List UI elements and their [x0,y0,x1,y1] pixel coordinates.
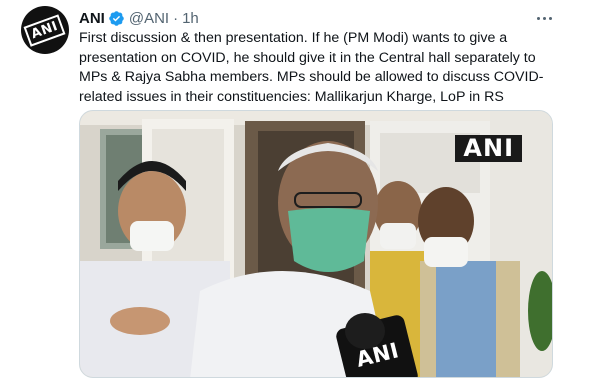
author-name[interactable]: ANI [79,10,105,27]
more-dot [542,16,546,20]
tweet-media-photo[interactable]: ANI ANI [79,110,553,378]
header-separator: · [173,9,179,27]
more-dot [536,16,540,20]
tweet-timestamp[interactable]: 1h [182,10,199,27]
avatar-logo-text: ANI [23,13,67,47]
more-dot [548,16,552,20]
ani-watermark: ANI [455,135,522,162]
more-options-icon[interactable] [534,8,554,28]
author-handle[interactable]: @ANI [129,10,169,27]
tweet-card[interactable]: ANI ANI @ANI · 1h First discussion & the… [0,0,600,382]
avatar[interactable]: ANI [21,6,69,54]
tweet-header: ANI @ANI · 1h [79,8,199,28]
tweet-text: First discussion & then presentation. If… [79,30,544,106]
verified-badge-icon [109,10,124,26]
